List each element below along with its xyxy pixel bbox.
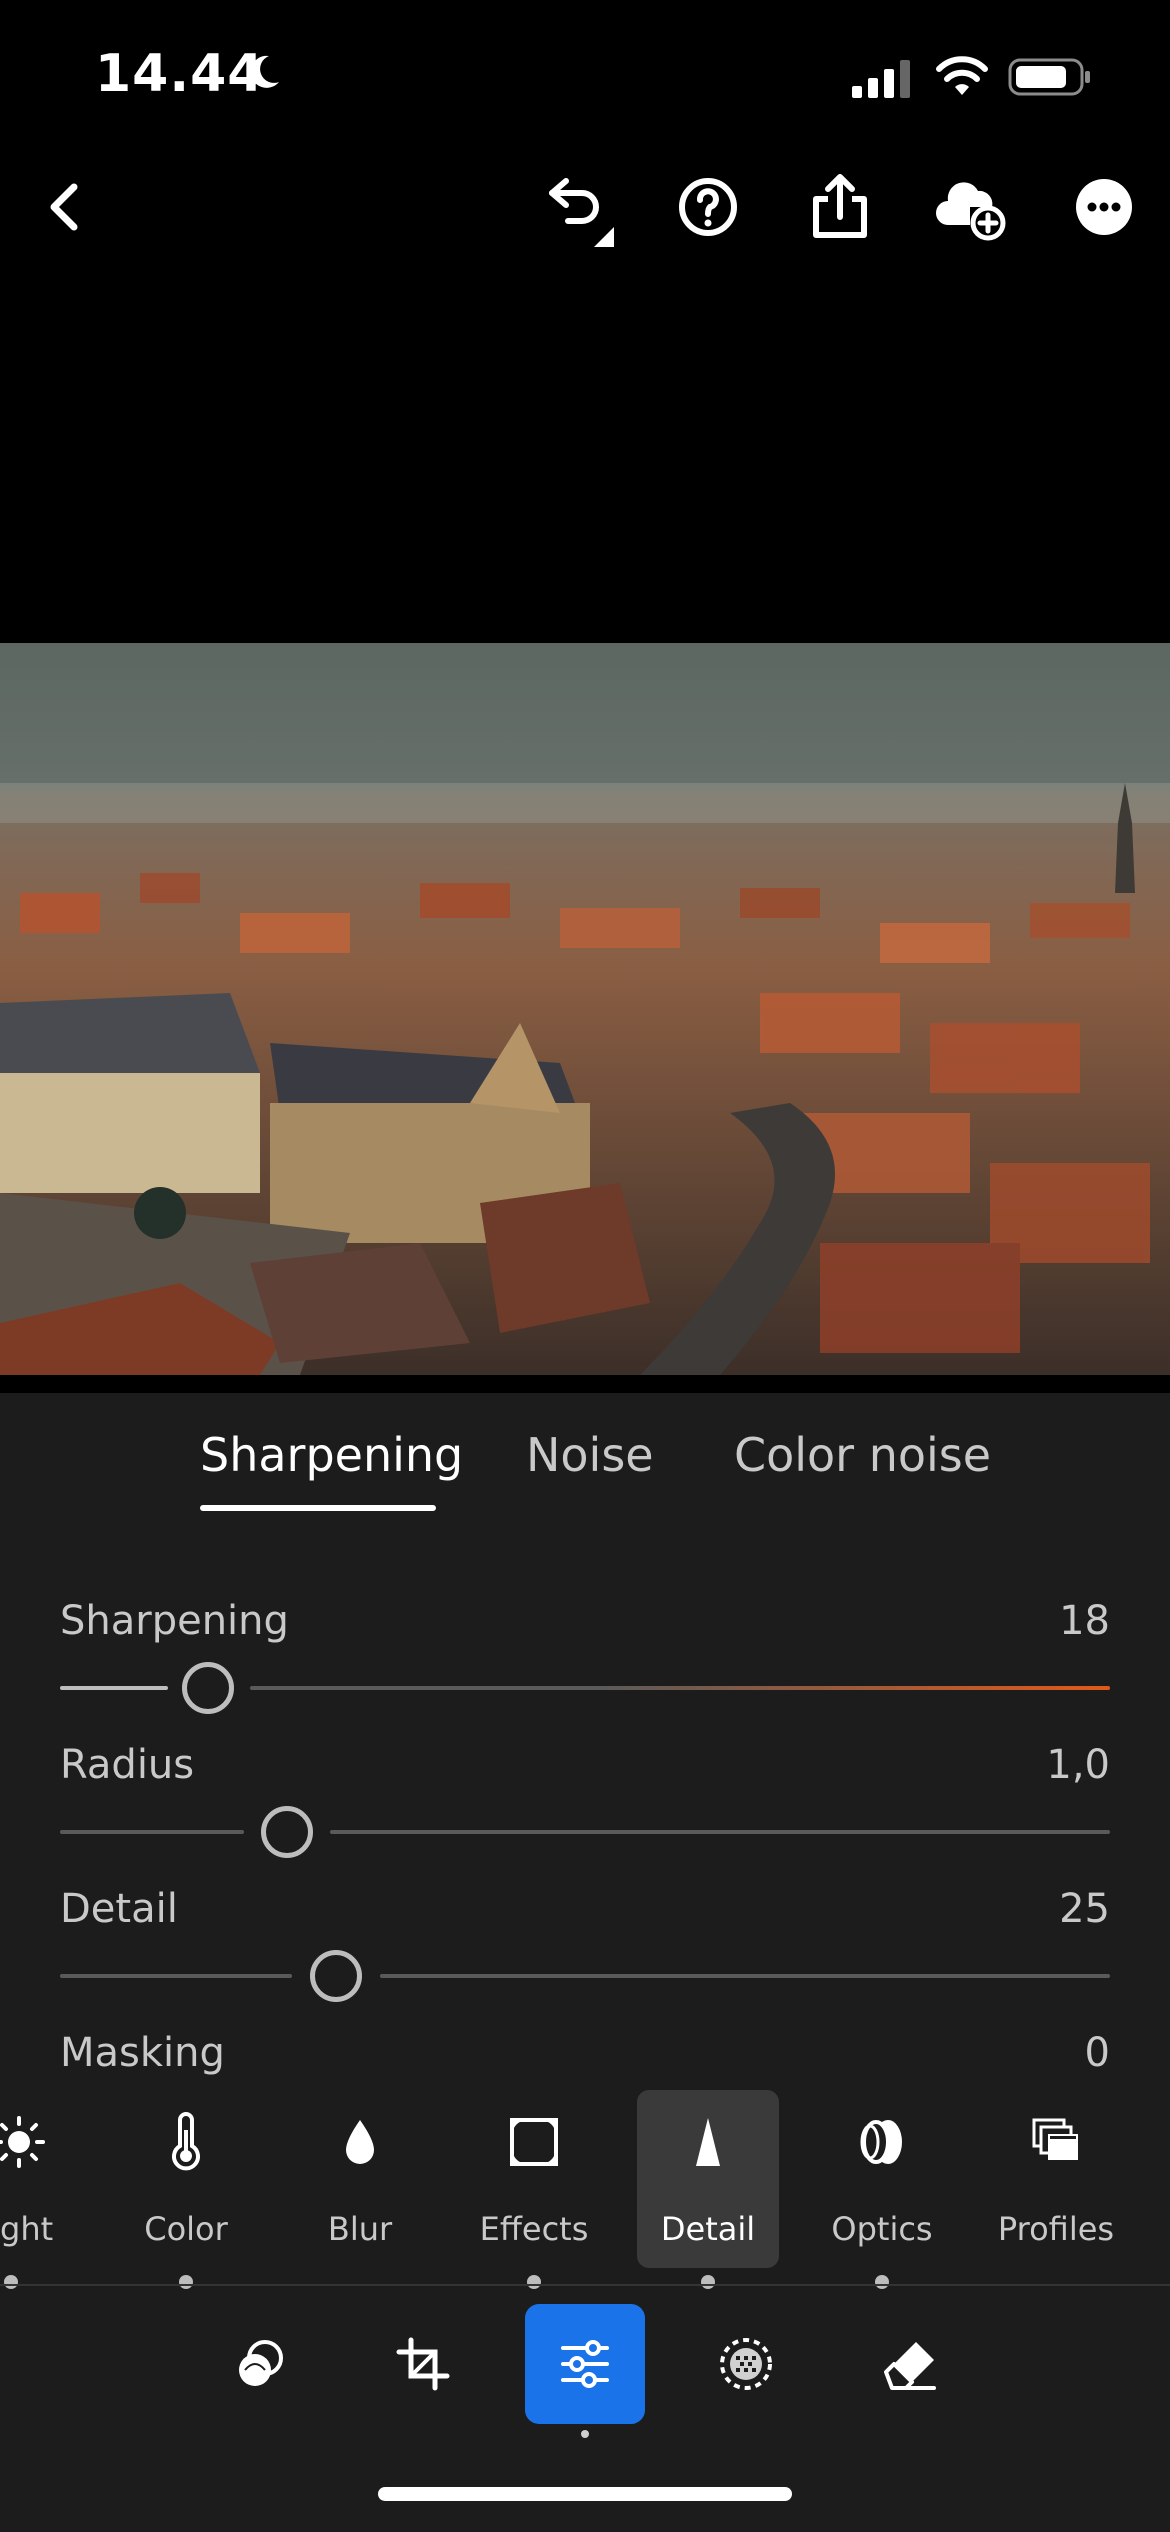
tool-detail[interactable]: Detail — [637, 2090, 779, 2268]
radius-slider-knob[interactable] — [261, 1806, 313, 1858]
detail-slider-knob[interactable] — [310, 1950, 362, 2002]
radius-value[interactable]: 1,0 — [960, 1742, 1110, 1788]
status-time: 14.44 — [95, 44, 265, 104]
presets-icon — [239, 2340, 283, 2386]
tool-indicator-dot — [875, 2275, 889, 2289]
tool-blur[interactable]: Blur — [289, 2090, 431, 2268]
radius-track[interactable] — [330, 1830, 1110, 1834]
active-nav-dot — [581, 2430, 589, 2438]
cloud-add-icon[interactable] — [930, 167, 1010, 247]
share-icon[interactable] — [800, 167, 880, 247]
battery-icon — [1008, 58, 1090, 96]
tool-label-blur: Blur — [327, 2210, 393, 2248]
tab-sharpening[interactable]: Sharpening — [200, 1428, 463, 1482]
tool-effects[interactable]: Effects — [463, 2090, 605, 2268]
home-indicator — [378, 2487, 792, 2501]
tool-indicator-dot — [179, 2275, 193, 2289]
tool-label-profiles: Profiles — [997, 2210, 1115, 2248]
vignette-icon — [510, 2118, 558, 2166]
presets-button[interactable] — [201, 2304, 321, 2424]
radius-label: Radius — [60, 1742, 195, 1788]
masking-value[interactable]: 0 — [960, 2030, 1110, 2076]
tool-optics[interactable]: Optics — [811, 2090, 953, 2268]
sharpening-track[interactable] — [250, 1686, 1110, 1690]
tool-color[interactable]: Color — [115, 2090, 257, 2268]
lens-icon — [860, 2120, 902, 2164]
crop-icon — [396, 2337, 450, 2391]
tool-label-optics: Optics — [831, 2210, 933, 2248]
tab-color-noise[interactable]: Color noise — [734, 1428, 991, 1482]
moon-icon — [250, 55, 279, 88]
more-icon[interactable] — [1064, 167, 1144, 247]
healing-icon — [884, 2342, 936, 2390]
signal-icon — [852, 60, 910, 98]
crop-button[interactable] — [363, 2304, 483, 2424]
healing-button[interactable] — [850, 2304, 970, 2424]
wifi-icon — [936, 56, 988, 95]
tool-indicator-dot — [701, 2275, 715, 2289]
sharpening-track-left — [60, 1686, 168, 1690]
drop-icon — [346, 2120, 374, 2164]
back-icon[interactable] — [26, 167, 106, 247]
triangle-icon — [696, 2118, 720, 2166]
tool-indicator-dot — [4, 2275, 18, 2289]
tool-label-detail: Detail — [660, 2210, 756, 2248]
detail-track[interactable] — [380, 1974, 1110, 1978]
masking-icon — [720, 2338, 772, 2390]
divider — [0, 2284, 1170, 2286]
tool-indicator-dot — [527, 2275, 541, 2289]
tool-label-light: ght — [0, 2210, 54, 2248]
sharpening-slider-knob[interactable] — [182, 1662, 234, 1714]
detail-track-left — [60, 1974, 292, 1978]
radius-track-left — [60, 1830, 244, 1834]
active-tab-underline — [200, 1505, 436, 1511]
edit-sliders-icon — [561, 2340, 609, 2388]
help-icon[interactable] — [668, 167, 748, 247]
masking-button[interactable] — [686, 2304, 806, 2424]
masking-label: Masking — [60, 2030, 225, 2076]
thermometer-icon — [172, 2112, 200, 2171]
detail-value[interactable]: 25 — [960, 1886, 1110, 1932]
edit-button[interactable] — [525, 2304, 645, 2424]
tab-noise[interactable]: Noise — [526, 1428, 654, 1482]
undo-icon[interactable] — [538, 167, 618, 247]
sharpening-label: Sharpening — [60, 1598, 289, 1644]
light-icon — [0, 2116, 45, 2168]
tool-profiles[interactable]: Profiles — [985, 2090, 1127, 2268]
profiles-icon — [1032, 2118, 1078, 2160]
photo-preview[interactable] — [0, 643, 1170, 1375]
sharpening-value[interactable]: 18 — [960, 1598, 1110, 1644]
tool-label-effects: Effects — [479, 2210, 589, 2248]
tool-label-color: Color — [144, 2210, 228, 2248]
tool-light[interactable]: ght — [0, 2090, 90, 2268]
detail-label: Detail — [60, 1886, 178, 1932]
